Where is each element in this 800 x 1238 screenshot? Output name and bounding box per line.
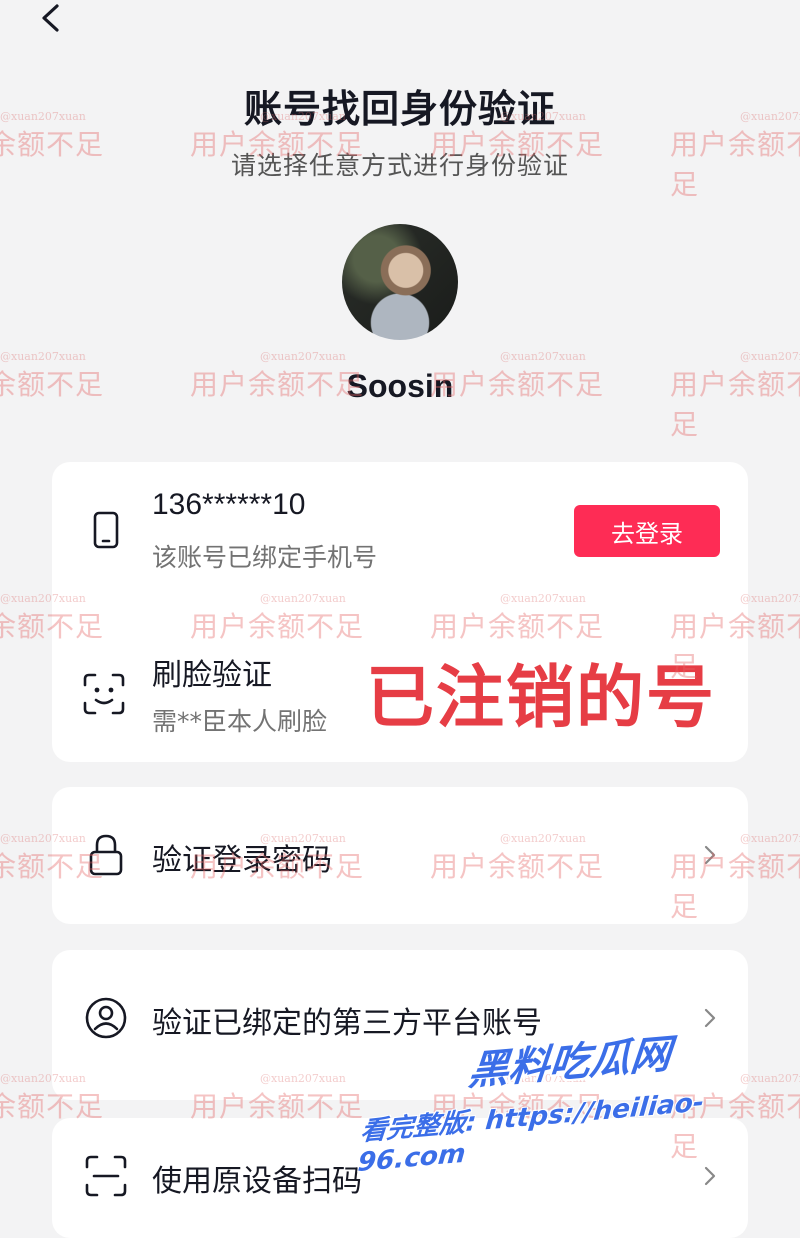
password-option[interactable]: 验证登录密码: [52, 787, 748, 924]
phone-desc: 该账号已绑定手机号: [152, 543, 378, 572]
face-scan-icon: [82, 672, 126, 716]
watermark-handle: @xuan207xuan: [740, 350, 800, 363]
user-circle-icon: [84, 996, 128, 1040]
phone-number: 136******10: [152, 488, 306, 521]
third-party-title: 验证已绑定的第三方平台账号: [152, 1006, 542, 1041]
back-arrow-icon: [42, 4, 59, 32]
scan-title: 使用原设备扫码: [152, 1164, 362, 1199]
face-desc: 需**臣本人刷脸: [152, 707, 328, 736]
avatar: [342, 224, 458, 340]
page-title: 账号找回身份验证: [243, 87, 556, 131]
password-title: 验证登录密码: [152, 843, 332, 878]
phone-icon: [84, 508, 128, 552]
deregistered-stamp: 已注销的号: [366, 659, 717, 738]
scan-icon: [84, 1154, 128, 1198]
chevron-right-icon: [700, 1166, 720, 1186]
face-title: 刷脸验证: [152, 658, 272, 693]
watermark-handle: @xuan207xuan: [0, 350, 86, 363]
login-button[interactable]: 去登录: [574, 505, 720, 557]
watermark-handle: @xuan207xuan: [260, 350, 346, 363]
phone-option[interactable]: 136******10 该账号已绑定手机号 去登录: [52, 462, 748, 600]
back-button[interactable]: [30, 0, 70, 40]
lock-icon: [84, 833, 128, 877]
username: Soosin: [346, 368, 454, 404]
chevron-right-icon: [700, 1008, 720, 1028]
watermark-handle: @xuan207xuan: [500, 350, 586, 363]
page-subtitle: 请选择任意方式进行身份验证: [230, 151, 569, 180]
chevron-right-icon: [700, 845, 720, 865]
